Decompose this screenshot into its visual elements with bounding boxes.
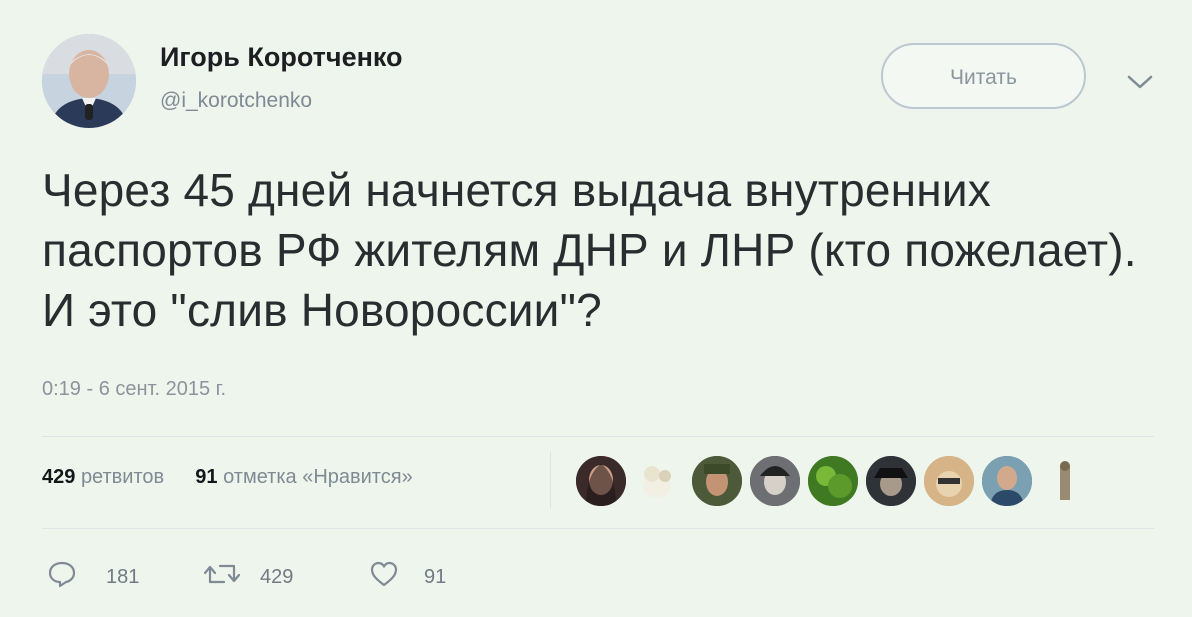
liker-avatar[interactable] [1040,456,1090,506]
retweets-label[interactable]: ретвитов [81,466,164,488]
author-name[interactable]: Игорь Коротченко [160,42,403,73]
likes-label[interactable]: отметка «Нравится» [223,466,413,488]
liker-avatar[interactable] [808,456,858,506]
liker-avatar[interactable] [866,456,916,506]
divider [42,528,1154,529]
liker-avatar[interactable] [982,456,1032,506]
tweet-text: Через 45 дней начнется выдача внутренних… [42,164,1137,336]
retweets-count[interactable]: 429 [42,466,75,488]
follow-button[interactable]: Читать [881,43,1086,109]
liker-avatar[interactable] [692,456,742,506]
heart-icon [370,561,398,587]
tweet-header: Игорь Коротченко @i_korotchenko Читать [42,34,1155,130]
stats-separator [550,452,551,508]
tweet-timestamp[interactable]: 0:19 - 6 сент. 2015 г. [42,378,226,401]
liker-avatar[interactable] [750,456,800,506]
author-handle[interactable]: @i_korotchenko [160,89,312,113]
author-avatar-image [42,34,136,128]
like-count: 91 [424,566,447,588]
retweet-count: 429 [260,566,294,588]
reply-button[interactable]: 181 [46,558,156,594]
liker-avatar[interactable] [924,456,974,506]
divider [42,436,1154,437]
tweet-stats: 429 ретвитов 91 отметка «Нравится» [42,466,413,489]
liker-avatar[interactable] [632,456,682,506]
reply-icon [48,561,76,588]
retweet-button[interactable]: 429 [204,558,324,594]
reply-count: 181 [106,566,140,588]
likes-count[interactable]: 91 [195,466,217,488]
chevron-down-icon[interactable] [1125,72,1155,92]
author-avatar[interactable] [42,34,136,128]
liker-avatar[interactable] [576,456,626,506]
retweet-icon [204,564,240,584]
like-button[interactable]: 91 [368,558,468,594]
tweet-card: Игорь Коротченко @i_korotchenko Читать Ч… [0,0,1192,617]
